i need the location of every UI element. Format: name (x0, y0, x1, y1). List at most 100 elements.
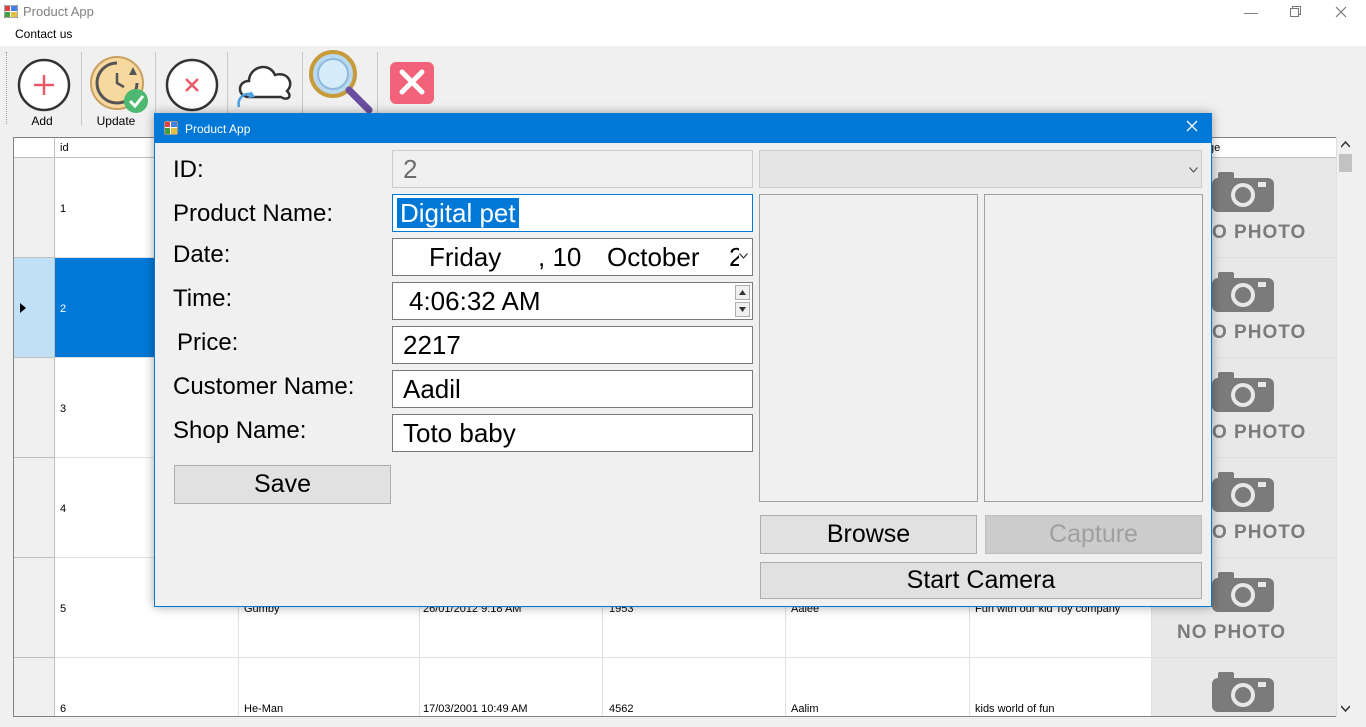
date-day-number: , 10 (538, 242, 582, 272)
cell-id: 5 (60, 603, 67, 615)
camera-icon (1212, 672, 1274, 712)
date-month: October (607, 242, 700, 272)
capture-button[interactable]: Capture (985, 515, 1202, 554)
search-icon (309, 50, 373, 114)
save-button[interactable]: Save (174, 465, 391, 504)
date-picker[interactable]: Friday , 10 October 2 (392, 238, 753, 276)
row-header-selected[interactable] (14, 258, 55, 358)
cell-shop-text: kids world of fun (975, 703, 1055, 715)
row-header[interactable] (14, 458, 55, 558)
camera-icon (1212, 172, 1274, 212)
customer-name-field[interactable]: Aadil (392, 370, 753, 408)
start-camera-button[interactable]: Start Camera (760, 562, 1202, 599)
row-header[interactable] (14, 558, 55, 658)
browse-button[interactable]: Browse (760, 515, 977, 554)
chevron-up-icon (739, 290, 746, 295)
label-price: Price: (177, 329, 239, 356)
price-field[interactable]: 2217 (392, 326, 753, 364)
no-photo-text: O PHOTO (1212, 422, 1307, 443)
update-label: Update (96, 114, 136, 128)
cell-date-text: 17/03/2001 10:49 AM (423, 703, 528, 715)
time-spin-up-button[interactable] (735, 285, 750, 300)
date-year: 2 (729, 239, 739, 275)
no-photo-text: O PHOTO (1212, 222, 1307, 243)
toolbar-grip[interactable] (6, 52, 8, 124)
label-product-name: Product Name: (173, 200, 334, 227)
camera-icon (1212, 372, 1274, 412)
exit-icon (390, 62, 434, 104)
restore-button[interactable] (1272, 0, 1318, 23)
cell-id: 3 (60, 403, 67, 415)
cell-id: 4 (60, 503, 67, 515)
date-day: Friday (429, 242, 502, 272)
product-dialog: Product App ID: Product Name: Date: Time… (154, 113, 1212, 607)
label-date: Date: (173, 241, 231, 268)
label-time: Time: (173, 285, 233, 312)
dialog-app-icon (164, 121, 178, 135)
update-button[interactable]: Update (84, 52, 148, 130)
time-value: 4:06:32 AM (409, 286, 541, 316)
add-label: Add (31, 114, 53, 128)
dialog-title: Product App (185, 122, 251, 136)
no-photo-text: O PHOTO (1212, 322, 1307, 343)
time-picker[interactable]: 4:06:32 AM (392, 282, 753, 320)
cancel-circle-icon (165, 58, 219, 112)
grid-corner-header[interactable] (14, 138, 55, 158)
update-icon (90, 56, 148, 113)
chevron-down-icon[interactable] (739, 253, 748, 259)
current-row-arrow-icon (20, 303, 26, 313)
minimize-button[interactable]: — (1228, 0, 1274, 23)
main-titlebar (0, 0, 1366, 23)
menu-bar (0, 23, 1366, 46)
add-button[interactable]: Add (12, 52, 76, 130)
id-field[interactable]: 2 (392, 150, 753, 188)
camera-device-select[interactable] (759, 150, 1202, 188)
grid-vertical-scrollbar[interactable] (1336, 137, 1353, 717)
cell-id: 2 (60, 303, 67, 315)
scroll-down-arrow-icon[interactable] (1341, 705, 1350, 712)
cell-date[interactable]: 17/03/2001 10:49 AM (420, 658, 603, 716)
product-name-field[interactable]: Digital pet (392, 194, 753, 232)
label-customer-name: Customer Name: (173, 373, 355, 400)
scroll-up-arrow-icon[interactable] (1341, 141, 1350, 148)
cell-customer[interactable]: Aalim (786, 658, 970, 716)
table-row[interactable]: 6 (55, 658, 239, 716)
close-icon (1186, 120, 1198, 132)
shop-name-field[interactable]: Toto baby (392, 414, 753, 452)
column-header-id-label: id (60, 142, 69, 154)
exit-button[interactable] (384, 50, 442, 112)
restore-icon (1289, 6, 1301, 17)
cell-id: 1 (60, 203, 67, 215)
menu-contact-us[interactable]: Contact us (15, 27, 72, 41)
window-title: Product App (23, 4, 94, 19)
cell-product-name-text: He-Man (244, 703, 284, 715)
row-header[interactable] (14, 358, 55, 458)
cell-shop[interactable]: kids world of fun (970, 658, 1152, 716)
cell-product-name[interactable]: He-Man (239, 658, 420, 716)
app-icon (4, 5, 18, 18)
close-button[interactable] (1318, 0, 1364, 23)
close-icon (1335, 6, 1347, 17)
no-photo-text: NO PHOTO (1177, 622, 1286, 643)
time-spin-down-button[interactable] (735, 302, 750, 317)
camera-icon (1212, 472, 1274, 512)
toolbar-separator (81, 52, 82, 126)
cloud-sync-icon (237, 65, 292, 108)
image-preview-box (759, 194, 978, 502)
chevron-down-icon (1189, 167, 1198, 173)
dialog-close-button[interactable] (1181, 118, 1203, 138)
chevron-down-icon (739, 307, 746, 312)
label-shop-name: Shop Name: (173, 417, 307, 444)
cell-price[interactable]: 4562 (603, 658, 786, 716)
row-header[interactable] (14, 158, 55, 258)
add-icon (17, 58, 71, 112)
no-photo-text: O PHOTO (1212, 522, 1307, 543)
image-cell[interactable] (1152, 658, 1338, 716)
camera-icon (1212, 272, 1274, 312)
row-header[interactable] (14, 658, 55, 716)
dialog-titlebar[interactable] (155, 114, 1211, 143)
cell-id: 6 (60, 703, 67, 715)
scrollbar-thumb[interactable] (1339, 154, 1352, 172)
cell-price-text: 4562 (609, 703, 634, 715)
product-name-selected-text: Digital pet (397, 198, 519, 228)
